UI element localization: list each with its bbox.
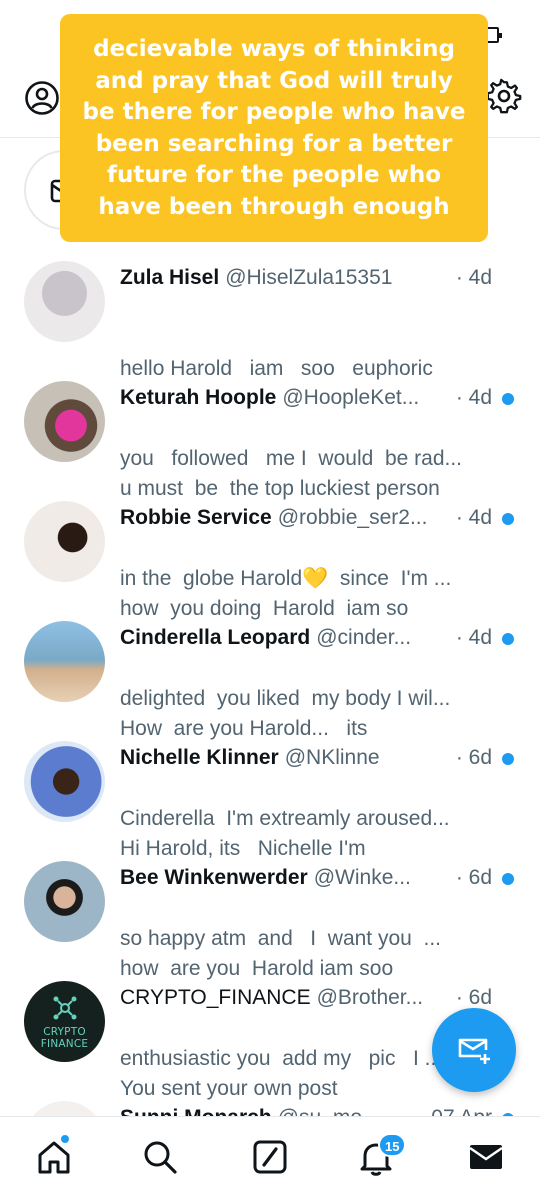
- conversation-row[interactable]: Keturah Hoople @HoopleKet... · 4d u must …: [0, 370, 540, 590]
- sender-handle: @HiselZula15351: [225, 266, 393, 289]
- timestamp: · 4d: [451, 264, 492, 292]
- sender-handle: @robbie_ser2...: [277, 506, 428, 529]
- avatar[interactable]: [24, 621, 105, 702]
- crypto-finance-logo: CRYPTO FINANCE: [24, 981, 105, 1062]
- avatar[interactable]: [24, 501, 105, 582]
- row-header: Nichelle Klinner @NKlinne: [120, 744, 492, 772]
- timestamp: · 4d: [451, 384, 492, 412]
- timestamp: · 6d: [451, 864, 492, 892]
- row-header: Robbie Service @robbie_ser2...: [120, 504, 492, 532]
- avatar[interactable]: [24, 381, 105, 462]
- avatar[interactable]: [24, 741, 105, 822]
- sender-name: Keturah Hoople: [120, 386, 277, 409]
- unread-indicator: [502, 393, 514, 405]
- row-header: Cinderella Leopard @cinder...: [120, 624, 492, 652]
- new-message-icon: [458, 1038, 490, 1064]
- timestamp: · 4d: [451, 624, 492, 652]
- conversation-row[interactable]: Nichelle Klinner @NKlinne · 6d Hi Harold,…: [0, 730, 540, 950]
- avatar[interactable]: CRYPTO FINANCE: [24, 981, 105, 1062]
- row-header: Zula Hisel @HiselZula15351: [120, 264, 492, 292]
- overlay-caption: decievable ways of thinking and pray tha…: [60, 14, 488, 242]
- timestamp: · 6d: [451, 744, 492, 772]
- conversation-row[interactable]: Cinderella Leopard @cinder... · 4d How ar…: [0, 610, 540, 830]
- row-header: CRYPTO_FINANCE @Brother...: [120, 984, 492, 1012]
- notifications-badge: 15: [378, 1133, 407, 1157]
- unread-indicator: [502, 633, 514, 645]
- new-message-button[interactable]: [432, 1008, 516, 1092]
- home-notification-dot: [60, 1134, 70, 1144]
- unread-indicator: [502, 873, 514, 885]
- unread-indicator: [502, 513, 514, 525]
- sender-handle: @Brother...: [316, 986, 424, 1009]
- sender-handle: @Winke...: [313, 866, 411, 889]
- conversation-row[interactable]: Bee Winkenwerder @Winke... · 6d how are y…: [0, 850, 540, 1070]
- conversation-row[interactable]: Zula Hisel @HiselZula15351 · 4d hello Har…: [0, 250, 540, 470]
- sender-name: Nichelle Klinner: [120, 746, 279, 769]
- row-header: Keturah Hoople @HoopleKet...: [120, 384, 492, 412]
- sender-name: Cinderella Leopard: [120, 626, 311, 649]
- logo-text: FINANCE: [40, 1038, 89, 1050]
- profile-icon[interactable]: [24, 80, 60, 116]
- conversation-row[interactable]: Robbie Service @robbie_ser2... · 4d how y…: [0, 490, 540, 710]
- bottom-nav: 15: [0, 1116, 540, 1200]
- sender-name: Zula Hisel: [120, 266, 220, 289]
- gear-icon[interactable]: [486, 78, 522, 114]
- envelope-icon[interactable]: [466, 1137, 506, 1177]
- avatar[interactable]: [24, 261, 105, 342]
- sender-name: Robbie Service: [120, 506, 272, 529]
- timestamp: · 4d: [451, 504, 492, 532]
- sender-name: Bee Winkenwerder: [120, 866, 308, 889]
- row-header: Bee Winkenwerder @Winke...: [120, 864, 492, 892]
- grok-icon[interactable]: [250, 1137, 290, 1177]
- logo-text: CRYPTO: [43, 1026, 86, 1038]
- avatar[interactable]: [24, 861, 105, 942]
- sender-handle: @cinder...: [316, 626, 412, 649]
- sender-handle: @HoopleKet...: [282, 386, 420, 409]
- unread-indicator: [502, 753, 514, 765]
- sender-handle: @NKlinne: [284, 746, 380, 769]
- sender-name: CRYPTO_FINANCE: [120, 986, 311, 1009]
- search-icon[interactable]: [140, 1137, 180, 1177]
